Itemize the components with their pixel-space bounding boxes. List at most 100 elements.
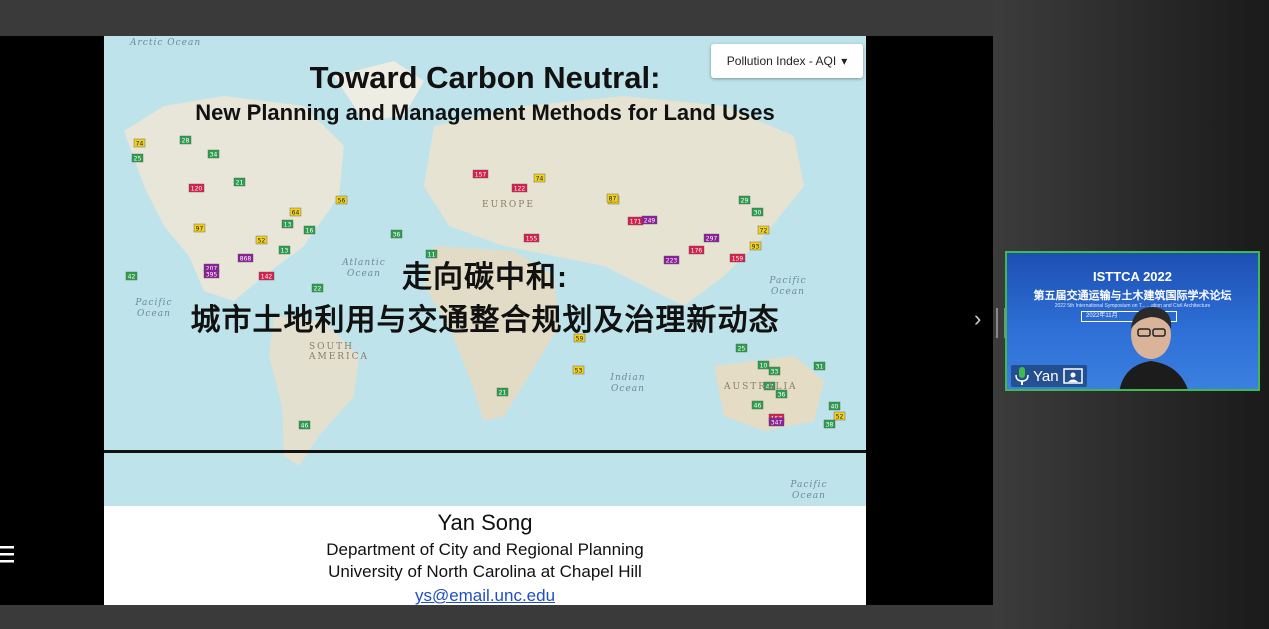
aqi-marker[interactable]: 21 <box>233 177 246 187</box>
author-department: Department of City and Regional Planning <box>326 540 644 559</box>
aqi-marker[interactable]: 36 <box>390 229 403 239</box>
aqi-marker[interactable]: 28 <box>179 135 192 145</box>
aqi-marker[interactable]: 64 <box>289 207 302 217</box>
aqi-marker-value: 21 <box>236 180 244 187</box>
top-bar <box>0 0 993 36</box>
aqi-marker-value: 16 <box>306 228 314 235</box>
aqi-marker[interactable]: 87 <box>606 193 619 203</box>
aqi-marker-value: 122 <box>514 186 526 193</box>
aqi-marker-value: 297 <box>706 236 718 243</box>
aqi-marker[interactable]: 122 <box>511 183 528 193</box>
author-university: University of North Carolina at Chapel H… <box>328 562 642 581</box>
slide-title-en: Toward Carbon Neutral: <box>309 60 661 95</box>
aqi-marker-value: 52 <box>258 238 266 245</box>
author-name: Yan Song <box>437 510 533 535</box>
aqi-marker-value: 31 <box>816 364 824 371</box>
aqi-marker[interactable]: 33 <box>768 366 781 376</box>
aqi-marker-value: 21 <box>499 390 507 397</box>
aqi-marker[interactable]: 25 <box>131 153 144 163</box>
aqi-marker-value: 46 <box>301 423 309 430</box>
participant-name-tag: Yan <box>1011 365 1087 387</box>
aqi-marker-value: 249 <box>644 218 656 225</box>
author-email-link[interactable]: ys@email.unc.edu <box>104 586 866 605</box>
aqi-marker[interactable]: 249 <box>641 215 658 225</box>
aqi-marker-value: 120 <box>191 186 203 193</box>
aqi-marker-value: 171 <box>630 219 642 226</box>
participant-video-tile[interactable]: ISTTCA 2022 第五届交通运输与土木建筑国际学术论坛 2022 5th … <box>1005 251 1260 391</box>
aqi-marker-value: 30 <box>754 210 762 217</box>
aqi-marker[interactable]: 93 <box>749 241 762 251</box>
aqi-marker-value: 53 <box>575 368 583 375</box>
aqi-marker-value: 25 <box>134 156 142 163</box>
aqi-marker[interactable]: 72 <box>757 225 770 235</box>
aqi-marker-value: 40 <box>831 404 839 411</box>
aqi-marker[interactable]: 171 <box>627 216 644 226</box>
aqi-marker[interactable]: 53 <box>572 365 585 375</box>
aqi-marker[interactable]: 97 <box>193 223 206 233</box>
aqi-marker[interactable]: 40 <box>828 401 841 411</box>
aqi-marker[interactable]: 347 <box>768 417 785 427</box>
chevron-right-icon[interactable]: › <box>974 306 981 332</box>
continent-label: SOUTH AMERICA <box>309 342 370 362</box>
aqi-marker[interactable]: 155 <box>523 233 540 243</box>
aqi-marker-value: 74 <box>536 176 544 183</box>
bottom-bar <box>0 605 993 629</box>
aqi-marker-value: 72 <box>760 228 768 235</box>
aqi-marker[interactable]: 46 <box>298 420 311 430</box>
aqi-marker-value: 34 <box>210 152 218 159</box>
aqi-marker[interactable]: 157 <box>472 169 489 179</box>
aqi-marker-value: 93 <box>752 244 760 251</box>
aqi-marker[interactable]: 29 <box>738 195 751 205</box>
aqi-marker[interactable]: 10 <box>757 360 770 370</box>
aqi-marker-value: 74 <box>136 141 144 148</box>
continent-label: AUSTRALIA <box>724 382 798 392</box>
aqi-marker[interactable]: 120 <box>188 183 205 193</box>
aqi-marker-value: 56 <box>338 198 346 205</box>
continent-label: EUROPE <box>482 200 535 210</box>
presentation-slide: 74 28 25 34 21 120 97 207 395 868 142 13 22 36 42 11 52 6… <box>104 36 866 605</box>
aqi-marker-value: 64 <box>292 210 300 217</box>
slide-subtitle-en: New Planning and Management Methods for … <box>195 100 775 125</box>
microphone-icon <box>1015 367 1029 385</box>
participant-video <box>1119 307 1188 389</box>
screen-share-icon <box>1062 368 1083 384</box>
slide-title-zh: 走向碳中和: <box>402 261 568 294</box>
aqi-marker-value: 52 <box>836 414 844 421</box>
aqi-marker-value: 29 <box>741 198 749 205</box>
aqi-marker-value: 157 <box>475 172 487 179</box>
aqi-marker-value: 25 <box>738 346 746 353</box>
divider-line <box>104 450 866 453</box>
aqi-marker[interactable]: 56 <box>335 195 348 205</box>
ocean-label: Pacific Ocean <box>790 480 828 501</box>
menu-icon[interactable] <box>0 540 18 570</box>
aqi-marker-value: 33 <box>771 369 779 376</box>
aqi-marker-value: 10 <box>760 363 768 370</box>
aqi-marker[interactable]: 21 <box>496 387 509 397</box>
aqi-marker[interactable]: 25 <box>735 343 748 353</box>
aqi-marker[interactable]: 31 <box>813 361 826 371</box>
aqi-marker[interactable]: 30 <box>751 207 764 217</box>
aqi-marker-value: 38 <box>826 422 834 429</box>
aqi-marker[interactable]: 38 <box>823 419 836 429</box>
aqi-marker-value: 87 <box>609 196 617 203</box>
aqi-marker[interactable]: 74 <box>533 173 546 183</box>
ocean-label: Indian Ocean <box>610 373 646 394</box>
aqi-marker[interactable]: 52 <box>833 411 846 421</box>
aqi-marker-value: 97 <box>196 226 204 233</box>
banner-title: ISTTCA 2022 <box>1093 269 1172 284</box>
aqi-marker-value: 13 <box>284 222 292 229</box>
participant-name: Yan <box>1033 367 1059 385</box>
ocean-label: Arctic Ocean <box>130 38 202 48</box>
aqi-marker[interactable]: 16 <box>303 225 316 235</box>
aqi-marker-value: 347 <box>771 420 783 427</box>
aqi-marker[interactable]: 46 <box>751 400 764 410</box>
aqi-marker-value: 155 <box>526 236 538 243</box>
aqi-marker-value: 28 <box>182 138 190 145</box>
aqi-marker[interactable]: 297 <box>703 233 720 243</box>
aqi-marker-value: 36 <box>778 392 786 399</box>
aqi-marker[interactable]: 34 <box>207 149 220 159</box>
slide-subtitle-zh: 城市土地利用与交通整合规划及治理新动态 <box>190 304 780 337</box>
aqi-marker[interactable]: 13 <box>281 219 294 229</box>
aqi-marker[interactable]: 52 <box>255 235 268 245</box>
aqi-marker[interactable]: 74 <box>133 138 146 148</box>
